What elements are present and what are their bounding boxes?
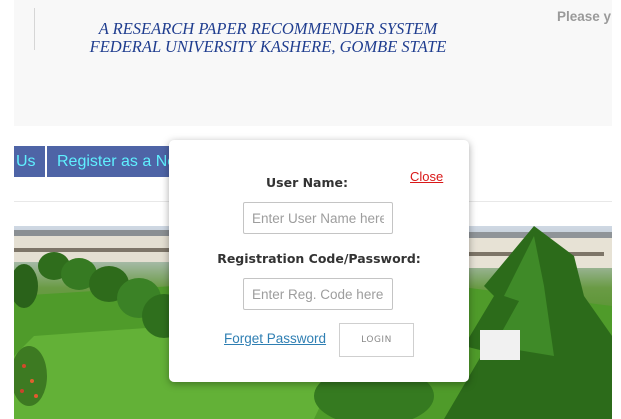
nav-item-about-us[interactable]: Us (14, 146, 45, 177)
registration-code-input[interactable] (243, 278, 393, 310)
login-button[interactable]: LOGIN (339, 323, 414, 357)
site-title-line-2: FEDERAL UNIVERSITY KASHERE, GOMBE STATE (89, 37, 447, 56)
close-link[interactable]: Close (410, 169, 443, 184)
header-divider (34, 8, 35, 50)
username-input[interactable] (243, 202, 393, 234)
site-header: A RESEARCH PAPER RECOMMENDER SYSTEM FEDE… (14, 0, 612, 126)
forget-password-link[interactable]: Forget Password (224, 331, 326, 346)
registration-code-label: Registration Code/Password: (217, 251, 421, 266)
login-modal: User Name: Close Registration Code/Passw… (169, 140, 469, 382)
site-title-line-1: A RESEARCH PAPER RECOMMENDER SYSTEM (98, 19, 438, 38)
login-hint-text: Please y (557, 9, 612, 24)
site-title: A RESEARCH PAPER RECOMMENDER SYSTEM FEDE… (58, 20, 478, 56)
